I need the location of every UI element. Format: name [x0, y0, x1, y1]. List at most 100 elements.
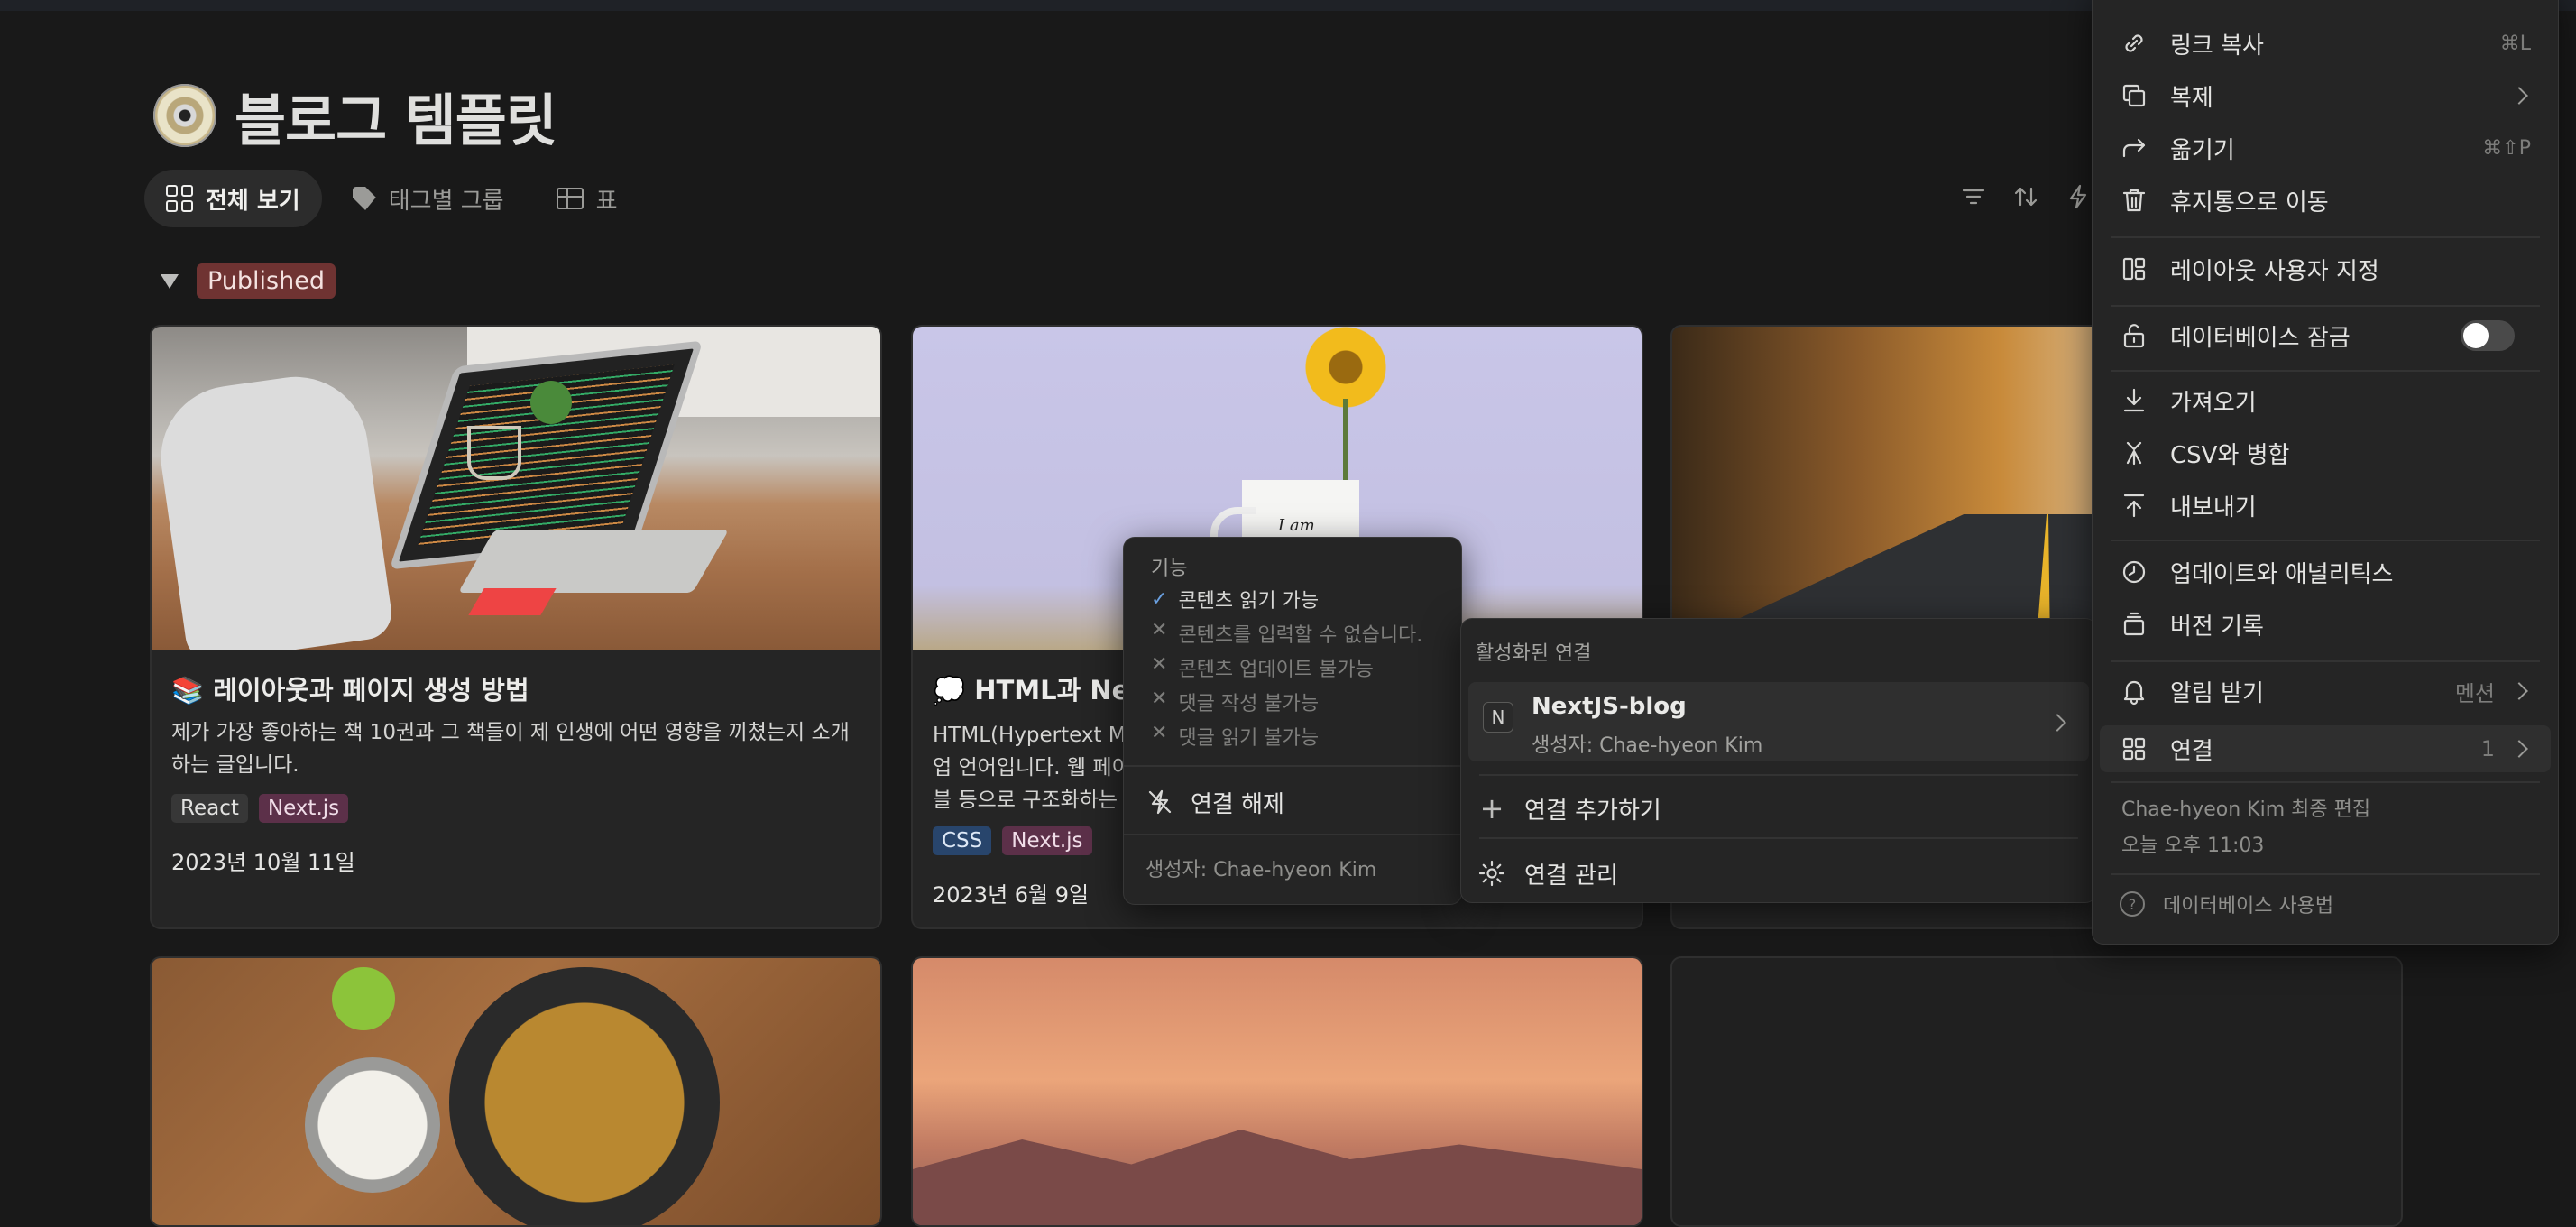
- menu-item-label: 링크 복사: [2170, 32, 2264, 60]
- help-link[interactable]: ? 데이터베이스 사용법: [2120, 886, 2333, 922]
- database-options-menu: 링크 복사 ⌘L 복제 옮기기 ⌘⇧P 휴지통으로 이동 레이아웃 사용자 지정…: [2093, 0, 2558, 944]
- card-title-text: 레이아웃과 페이지 생성 방법: [213, 675, 529, 706]
- menu-item-export[interactable]: 내보내기: [2093, 482, 2558, 529]
- menu-item-label: 내보내기: [2170, 494, 2257, 521]
- tag-css: CSS: [933, 826, 992, 855]
- connections-popup: 활성화된 연결 N NextJS-blog 생성자: Chae-hyeon Ki…: [1461, 619, 2096, 902]
- chevron-right-icon: [2510, 682, 2528, 700]
- tab-by-tag[interactable]: 태그별 그룹: [331, 170, 526, 227]
- trash-icon: [2118, 184, 2150, 217]
- chevron-right-icon: [2048, 714, 2066, 732]
- link-icon: [2118, 27, 2150, 60]
- divider: [2111, 873, 2540, 875]
- card-title-text: HTML과 Nex: [974, 675, 1147, 706]
- flower: [1305, 327, 1386, 408]
- tag-icon: [352, 187, 376, 210]
- bell-icon: [2118, 675, 2150, 707]
- menu-item-move[interactable]: 옮기기 ⌘⇧P: [2093, 125, 2558, 171]
- menu-item-trash[interactable]: 휴지통으로 이동: [2093, 177, 2558, 224]
- capability-item: ✕ 댓글 읽기 불가능: [1151, 722, 1319, 751]
- x-icon: ✕: [1151, 653, 1168, 676]
- capabilities-header: 기능: [1151, 558, 1188, 580]
- divider: [2111, 305, 2540, 307]
- capability-label: 콘텐츠를 입력할 수 없습니다.: [1178, 624, 1423, 647]
- tab-gallery[interactable]: 전체 보기: [144, 170, 322, 227]
- filter-icon[interactable]: [1959, 182, 1988, 211]
- divider: [1479, 774, 2078, 776]
- divider: [2111, 236, 2540, 238]
- divider: [1479, 837, 2078, 839]
- connection-item[interactable]: N NextJS-blog 생성자: Chae-hyeon Kim: [1468, 682, 2089, 761]
- manage-connections-label: 연결 관리: [1524, 862, 1618, 890]
- tab-label: 전체 보기: [206, 187, 300, 215]
- menu-item-connections[interactable]: 연결 1: [2093, 725, 2558, 772]
- manage-connections-button[interactable]: 연결 관리: [1477, 850, 1618, 897]
- menu-item-import[interactable]: 가져오기: [2093, 377, 2558, 424]
- glass: [467, 426, 521, 480]
- export-icon: [2118, 489, 2150, 521]
- gallery-card[interactable]: [150, 956, 882, 1227]
- card-title: 💭 HTML과 Nex: [933, 669, 1146, 707]
- shortcut-label: ⌘L: [2499, 32, 2531, 55]
- merge-icon: [2118, 437, 2150, 469]
- import-icon: [2118, 384, 2150, 417]
- thought-emoji: 💭: [933, 675, 966, 706]
- disconnect-button[interactable]: 연결 해제: [1145, 780, 1284, 825]
- x-icon: ✕: [1151, 619, 1168, 641]
- capability-label: 콘텐츠 읽기 가능: [1178, 590, 1320, 613]
- plus-icon: +: [1479, 791, 1504, 826]
- capability-item: ✕ 콘텐츠를 입력할 수 없습니다.: [1151, 619, 1422, 648]
- tag-react: React: [171, 794, 248, 823]
- status-badge: Published: [197, 263, 336, 299]
- rice-bowl: [305, 1057, 440, 1193]
- connection-creator: 생성자: Chae-hyeon Kim: [1532, 734, 1763, 757]
- capabilities-popup: 기능 ✓ 콘텐츠 읽기 가능 ✕ 콘텐츠를 입력할 수 없습니다. ✕ 콘텐츠 업데…: [1124, 538, 1461, 904]
- tab-table[interactable]: 표: [535, 170, 639, 227]
- capability-item: ✓ 콘텐츠 읽기 가능: [1151, 585, 1319, 614]
- move-icon: [2118, 132, 2150, 164]
- menu-item-customize-layout[interactable]: 레이아웃 사용자 지정: [2093, 245, 2558, 292]
- last-edited-time: 오늘 오후 11:03: [2121, 835, 2265, 857]
- menu-item-version-history[interactable]: 버전 기록: [2093, 601, 2558, 648]
- lock-icon: [2118, 319, 2150, 352]
- history-icon: [2118, 608, 2150, 641]
- gear-icon: [1478, 860, 1505, 887]
- connections-count: 1: [2480, 736, 2495, 761]
- menu-item-label: 옮기기: [2170, 136, 2235, 164]
- page-title-text: 블로그 템플릿: [235, 88, 557, 153]
- card-cover-image: [913, 958, 1642, 1225]
- creator-text: 생성자: Chae-hyeon Kim: [1145, 859, 1377, 881]
- menu-item-copy-link[interactable]: 링크 복사 ⌘L: [2093, 20, 2558, 67]
- gallery-card[interactable]: [911, 956, 1643, 1227]
- table-icon: [556, 188, 584, 209]
- clock-icon: [2118, 556, 2150, 588]
- tab-label: 태그별 그룹: [388, 187, 504, 215]
- chevron-right-icon: [2510, 740, 2528, 758]
- add-connection-button[interactable]: + 연결 추가하기: [1477, 785, 1661, 832]
- lock-toggle[interactable]: [2461, 320, 2515, 351]
- menu-item-label: 휴지통으로 이동: [2170, 189, 2329, 217]
- laptop-base: [457, 530, 730, 593]
- menu-item-merge-csv[interactable]: CSV와 병합: [2093, 429, 2558, 476]
- card-cover-image: [152, 327, 880, 650]
- gallery-card[interactable]: 📚 레이아웃과 페이지 생성 방법 제가 가장 좋아하는 책 10권과 그 책들…: [150, 325, 882, 929]
- notification-value: 멘션: [2454, 680, 2495, 706]
- automation-icon[interactable]: [2064, 182, 2093, 211]
- connections-header: 활성화된 연결: [1476, 642, 1592, 665]
- card-cover-image: [152, 958, 880, 1225]
- gallery-card[interactable]: [1670, 956, 2403, 1227]
- page-title: 블로그 템플릿: [153, 79, 557, 153]
- mountains: [913, 1130, 1642, 1225]
- menu-item-lock-database[interactable]: 데이터베이스 잠금: [2093, 312, 2558, 359]
- card-title: 📚 레이아웃과 페이지 생성 방법: [171, 669, 529, 707]
- book-emoji: 📚: [171, 675, 205, 706]
- group-header[interactable]: Published: [161, 263, 336, 299]
- menu-item-updates-analytics[interactable]: 업데이트와 애널리틱스: [2093, 549, 2558, 595]
- sort-icon[interactable]: [2011, 182, 2040, 211]
- menu-item-duplicate[interactable]: 복제: [2093, 72, 2558, 119]
- divider: [2111, 660, 2540, 662]
- plant: [530, 381, 572, 424]
- menu-item-notifications[interactable]: 알림 받기 멘션: [2093, 668, 2558, 715]
- collapse-triangle-icon[interactable]: [161, 273, 179, 289]
- view-toolbar: [1959, 182, 2093, 211]
